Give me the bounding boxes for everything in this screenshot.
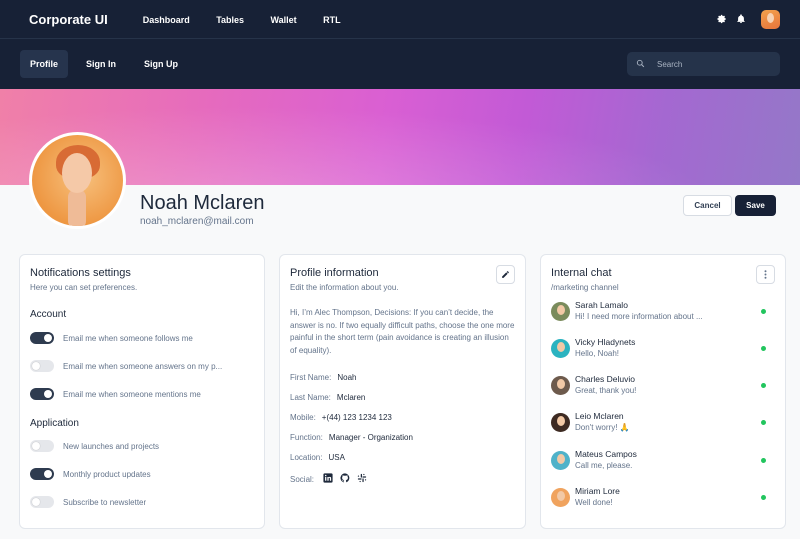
profile-email: noah_mclaren@mail.com [140,216,254,227]
launches-toggle[interactable] [30,440,54,452]
more-options-button[interactable] [756,265,775,284]
online-status-dot [761,346,766,351]
search-placeholder: Search [657,59,683,69]
setting-row: Email me when someone mentions me [30,388,201,400]
chat-avatar [551,376,570,395]
online-status-dot [761,383,766,388]
chat-message: Hi! I need more information about ... [575,312,703,321]
cancel-button[interactable]: Cancel [683,195,732,216]
notifications-card: Notifications settings Here you can set … [19,254,265,529]
account-heading: Account [30,309,67,320]
user-avatar[interactable] [761,9,780,29]
tab-profile[interactable]: Profile [20,50,69,78]
chat-item[interactable]: Vicky Hladynets Hello, Noah! [551,336,776,362]
card-title: Internal chat [551,267,612,279]
chat-avatar [551,488,570,507]
chat-avatar [551,339,570,358]
chat-name: Sarah Lamalo [575,300,628,310]
chat-name: Leio Mclaren [575,411,624,421]
search-icon [636,59,645,70]
chat-message: Hello, Noah! [575,349,620,358]
linkedin-icon[interactable] [323,473,333,485]
chat-message: Call me, please. [575,461,633,470]
nav-tables[interactable]: Tables [216,15,244,25]
chat-name: Vicky Hladynets [575,337,636,347]
nav-wallet[interactable]: Wallet [271,15,297,25]
online-status-dot [761,495,766,500]
gear-icon[interactable] [717,14,727,24]
brand-logo[interactable]: Corporate UI [29,12,108,27]
card-subtitle: Here you can set preferences. [30,283,138,292]
slack-icon[interactable] [357,473,367,485]
setting-label: New launches and projects [63,441,160,451]
profile-avatar [29,132,126,229]
setting-row: Email me when someone answers on my p... [30,360,222,372]
chat-avatar [551,302,570,321]
setting-row: Subscribe to newsletter [30,496,146,508]
edit-button[interactable] [496,265,515,284]
mentions-toggle[interactable] [30,388,54,400]
chat-item[interactable]: Leio Mclaren Don't worry! 🙏 [551,410,776,436]
search-input[interactable]: Search [627,52,780,76]
social-links: Social: [290,473,367,485]
application-heading: Application [30,418,79,429]
follow-toggle[interactable] [30,332,54,344]
info-function: Function: Manager - Organization [290,433,413,442]
card-title: Notifications settings [30,267,131,279]
info-first-name: First Name: Noah [290,373,357,382]
setting-row: New launches and projects [30,440,159,452]
chat-item[interactable]: Mateus Campos Call me, please. [551,448,776,474]
vertical-dots-icon [764,266,767,284]
chat-item[interactable]: Miriam Lore Well done! [551,485,776,511]
tab-sign-up[interactable]: Sign Up [134,50,188,78]
chat-avatar [551,413,570,432]
nav-rtl[interactable]: RTL [323,15,341,25]
setting-label: Email me when someone follows me [63,333,193,343]
setting-label: Subscribe to newsletter [63,497,147,507]
setting-label: Email me when someone answers on my p... [63,361,223,371]
info-location: Location: USA [290,453,345,462]
answers-toggle[interactable] [30,360,54,372]
chat-avatar [551,451,570,470]
chat-message: Don't worry! 🙏 [575,423,630,432]
card-subtitle: Edit the information about you. [290,283,399,292]
chat-message: Well done! [575,498,613,507]
card-title: Profile information [290,267,379,279]
online-status-dot [761,420,766,425]
sub-navbar: Profile Sign In Sign Up Search [0,38,800,89]
bell-icon[interactable] [736,14,746,24]
profile-info-card: Profile information Edit the information… [279,254,526,529]
chat-name: Charles Deluvio [575,374,635,384]
online-status-dot [761,309,766,314]
social-label: Social: [290,474,315,484]
chat-name: Mateus Campos [575,449,637,459]
profile-bio: Hi, I’m Alec Thompson, Decisions: If you… [290,308,515,355]
tab-sign-in[interactable]: Sign In [76,50,126,78]
updates-toggle[interactable] [30,468,54,480]
setting-row: Email me when someone follows me [30,332,193,344]
top-nav: Dashboard Tables Wallet RTL [143,10,363,28]
newsletter-toggle[interactable] [30,496,54,508]
github-icon[interactable] [340,473,350,485]
top-right-tools [717,9,780,29]
chat-item[interactable]: Sarah Lamalo Hi! I need more information … [551,299,776,325]
setting-row: Monthly product updates [30,468,151,480]
nav-dashboard[interactable]: Dashboard [143,15,190,25]
top-navbar: Corporate UI Dashboard Tables Wallet RTL [0,0,800,38]
info-last-name: Last Name: Mclaren [290,393,366,402]
setting-label: Email me when someone mentions me [63,389,201,399]
chat-message: Great, thank you! [575,386,637,395]
chat-name: Miriam Lore [575,486,620,496]
pencil-icon [501,266,510,284]
card-subtitle: /marketing channel [551,283,619,292]
info-mobile: Mobile: +(44) 123 1234 123 [290,413,392,422]
internal-chat-card: Internal chat /marketing channel Sarah L… [540,254,786,529]
online-status-dot [761,458,766,463]
save-button[interactable]: Save [735,195,776,216]
chat-item[interactable]: Charles Deluvio Great, thank you! [551,373,776,399]
profile-name: Noah Mclaren [140,192,265,214]
setting-label: Monthly product updates [63,469,151,479]
